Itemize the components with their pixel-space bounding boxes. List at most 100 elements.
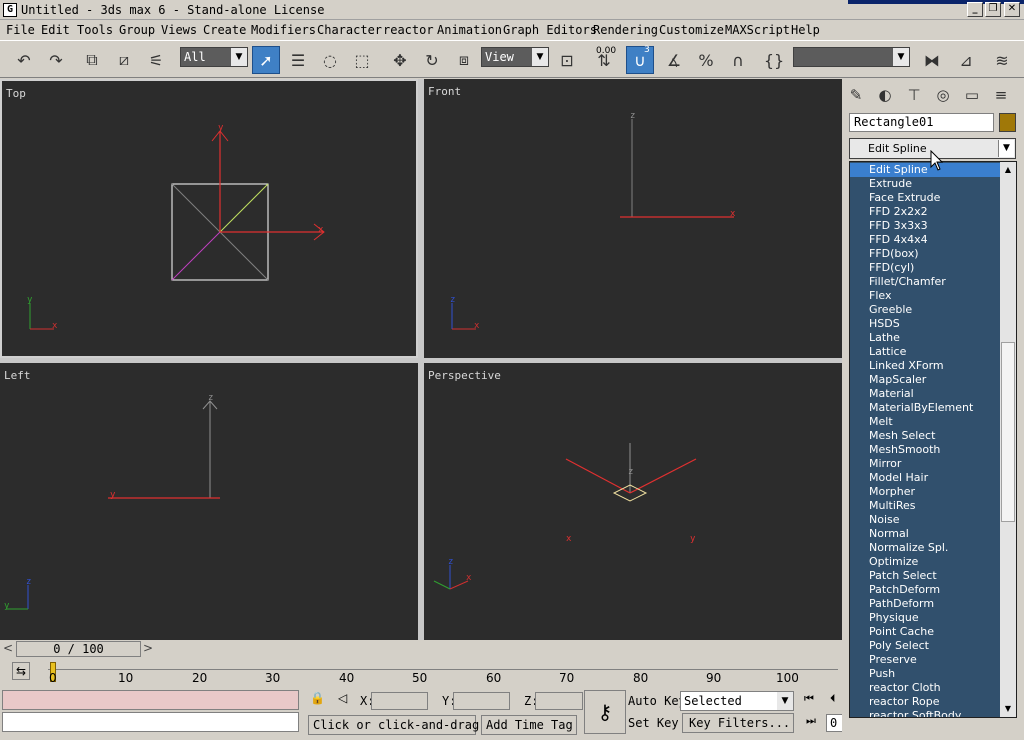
select-and-move-icon[interactable]: ✥ [386, 46, 414, 74]
modifier-list-item[interactable]: Point Cache [850, 625, 1000, 639]
modifier-list-item[interactable]: PatchDeform [850, 583, 1000, 597]
named-selection-dropdown[interactable]: ▼ [793, 47, 910, 67]
modifier-list-item[interactable]: MaterialByElement [850, 401, 1000, 415]
utilities-tab-icon[interactable]: ≡ [989, 83, 1013, 107]
snap-toggle-icon[interactable]: ∪ [626, 46, 654, 74]
undo-icon[interactable]: ↶ [10, 46, 38, 74]
modifier-list-item[interactable]: Edit Spline [850, 163, 1000, 177]
scroll-down-icon[interactable]: ▼ [1000, 701, 1016, 717]
modifier-list-item[interactable]: Normal [850, 527, 1000, 541]
menu-edit[interactable]: Edit [41, 23, 70, 37]
motion-tab-icon[interactable]: ◎ [931, 83, 955, 107]
object-name-field[interactable]: Rectangle01 [849, 113, 994, 132]
mirror-icon[interactable]: ⧓ [918, 46, 946, 74]
viewport-left[interactable]: Left z y z y [0, 363, 418, 640]
modifier-list-item[interactable]: Mirror [850, 457, 1000, 471]
modifier-list-item[interactable]: Noise [850, 513, 1000, 527]
selection-region-icon[interactable]: ◌ [316, 46, 344, 74]
auto-key-button[interactable]: Auto Key [628, 694, 686, 708]
go-to-start-icon[interactable]: ⏮ [804, 692, 814, 706]
modify-tab-icon[interactable]: ◐ [873, 83, 897, 107]
angle-snap-icon[interactable]: ∡ [660, 46, 688, 74]
menu-animation[interactable]: Animation [437, 23, 502, 37]
menu-customize[interactable]: Customize [659, 23, 724, 37]
modifier-list-item[interactable]: Optimize [850, 555, 1000, 569]
curve-editor-icon[interactable]: ⇆ [12, 662, 30, 680]
set-key-button[interactable]: Set Key [628, 716, 679, 730]
modifier-list-item[interactable]: Lathe [850, 331, 1000, 345]
modifier-list-item[interactable]: FFD(box) [850, 247, 1000, 261]
time-slider-thumb[interactable]: 0 / 100 [16, 641, 141, 657]
select-and-link-icon[interactable]: ⧉ [78, 46, 106, 74]
menu-group[interactable]: Group [119, 23, 155, 37]
modifier-list-item[interactable]: Patch Select [850, 569, 1000, 583]
modifier-list-item[interactable]: MeshSmooth [850, 443, 1000, 457]
object-color-swatch[interactable] [999, 113, 1016, 132]
menu-rendering[interactable]: Rendering [593, 23, 658, 37]
modifier-list-item[interactable]: Linked XForm [850, 359, 1000, 373]
modifier-list-item[interactable]: reactor Rope [850, 695, 1000, 709]
menu-tools[interactable]: Tools [77, 23, 113, 37]
maximize-button[interactable]: ❐ [985, 2, 1001, 17]
modifier-list-item[interactable]: FFD 3x3x3 [850, 219, 1000, 233]
modifier-list-item[interactable]: Poly Select [850, 639, 1000, 653]
modifier-list-item[interactable]: Model Hair [850, 471, 1000, 485]
modifier-list-item[interactable]: Flex [850, 289, 1000, 303]
modifier-list-item[interactable]: reactor SoftBody [850, 709, 1000, 717]
menu-help[interactable]: Help [791, 23, 820, 37]
minimize-button[interactable]: _ [967, 2, 983, 17]
menu-views[interactable]: Views [161, 23, 197, 37]
menu-modifiers[interactable]: Modifiers [251, 23, 316, 37]
viewport-front[interactable]: Front z x z x [424, 79, 842, 358]
selection-filter-dropdown[interactable]: All ▼ [180, 47, 248, 67]
reference-coordinate-dropdown[interactable]: View ▼ [481, 47, 549, 67]
menu-character[interactable]: Character [317, 23, 382, 37]
modifier-list-item[interactable]: FFD 2x2x2 [850, 205, 1000, 219]
modifier-list-item[interactable]: MultiRes [850, 499, 1000, 513]
time-slider-prev-button[interactable]: < [1, 641, 15, 657]
modifier-list-item[interactable]: MapScaler [850, 373, 1000, 387]
key-mode-toggle-icon[interactable]: ⏭ [806, 714, 816, 728]
modifier-list-popup[interactable]: Edit Spline Extrude Face Extrude FFD 2x2x2 F… [849, 161, 1017, 718]
modifier-list-item[interactable]: Lattice [850, 345, 1000, 359]
modifier-list-item[interactable]: Extrude [850, 177, 1000, 191]
viewport-top[interactable]: Top y x y x [0, 79, 418, 358]
modifier-list-scrollbar[interactable]: ▲ ▼ [1000, 162, 1016, 717]
menu-reactor[interactable]: reactor [383, 23, 434, 37]
align-icon[interactable]: ⊿ [952, 46, 980, 74]
percent-snap-icon[interactable]: % [692, 46, 720, 74]
window-crossing-icon[interactable]: ⬚ [348, 46, 376, 74]
maxscript-listener-input[interactable] [2, 690, 299, 710]
modifier-list-item[interactable]: HSDS [850, 317, 1000, 331]
add-time-tag-button[interactable]: Add Time Tag [481, 715, 577, 735]
modifier-list-item[interactable]: Mesh Select [850, 429, 1000, 443]
key-icon[interactable]: ⚷ [584, 690, 626, 734]
modifier-list-item[interactable]: Fillet/Chamfer [850, 275, 1000, 289]
select-and-rotate-icon[interactable]: ↻ [418, 46, 446, 74]
menu-maxscript[interactable]: MAXScript [725, 23, 790, 37]
modifier-list-item[interactable]: Face Extrude [850, 191, 1000, 205]
scroll-up-icon[interactable]: ▲ [1000, 162, 1016, 178]
close-button[interactable]: ✕ [1004, 2, 1020, 17]
select-and-scale-icon[interactable]: ⧈ [450, 46, 478, 74]
hierarchy-tab-icon[interactable]: ⊤ [902, 83, 926, 107]
absolute-mode-icon[interactable]: ◁ [338, 691, 347, 705]
modifier-list-item[interactable]: Push [850, 667, 1000, 681]
viewport-perspective[interactable]: Perspective z x y z x [424, 363, 842, 640]
modifier-list-item[interactable]: PathDeform [850, 597, 1000, 611]
modifier-list-item[interactable]: Preserve [850, 653, 1000, 667]
menu-file[interactable]: File [6, 23, 35, 37]
time-slider[interactable]: < 0 / 100 > [0, 640, 842, 658]
modifier-list-item[interactable]: Normalize Spl. [850, 541, 1000, 555]
redo-icon[interactable]: ↷ [42, 46, 70, 74]
scroll-thumb[interactable] [1001, 342, 1015, 522]
y-coord-field[interactable] [453, 692, 510, 710]
x-coord-field[interactable] [371, 692, 428, 710]
modifier-list-item[interactable]: FFD 4x4x4 [850, 233, 1000, 247]
use-pivot-center-icon[interactable]: ⊡ [553, 46, 581, 74]
spinner-snap-toggle-icon[interactable]: ∩ [724, 46, 752, 74]
layer-manager-icon[interactable]: ≋ [988, 46, 1016, 74]
modifier-list-item[interactable]: reactor Cloth [850, 681, 1000, 695]
menu-graph-editors[interactable]: Graph Editors [503, 23, 597, 37]
modifier-list-item[interactable]: Material [850, 387, 1000, 401]
